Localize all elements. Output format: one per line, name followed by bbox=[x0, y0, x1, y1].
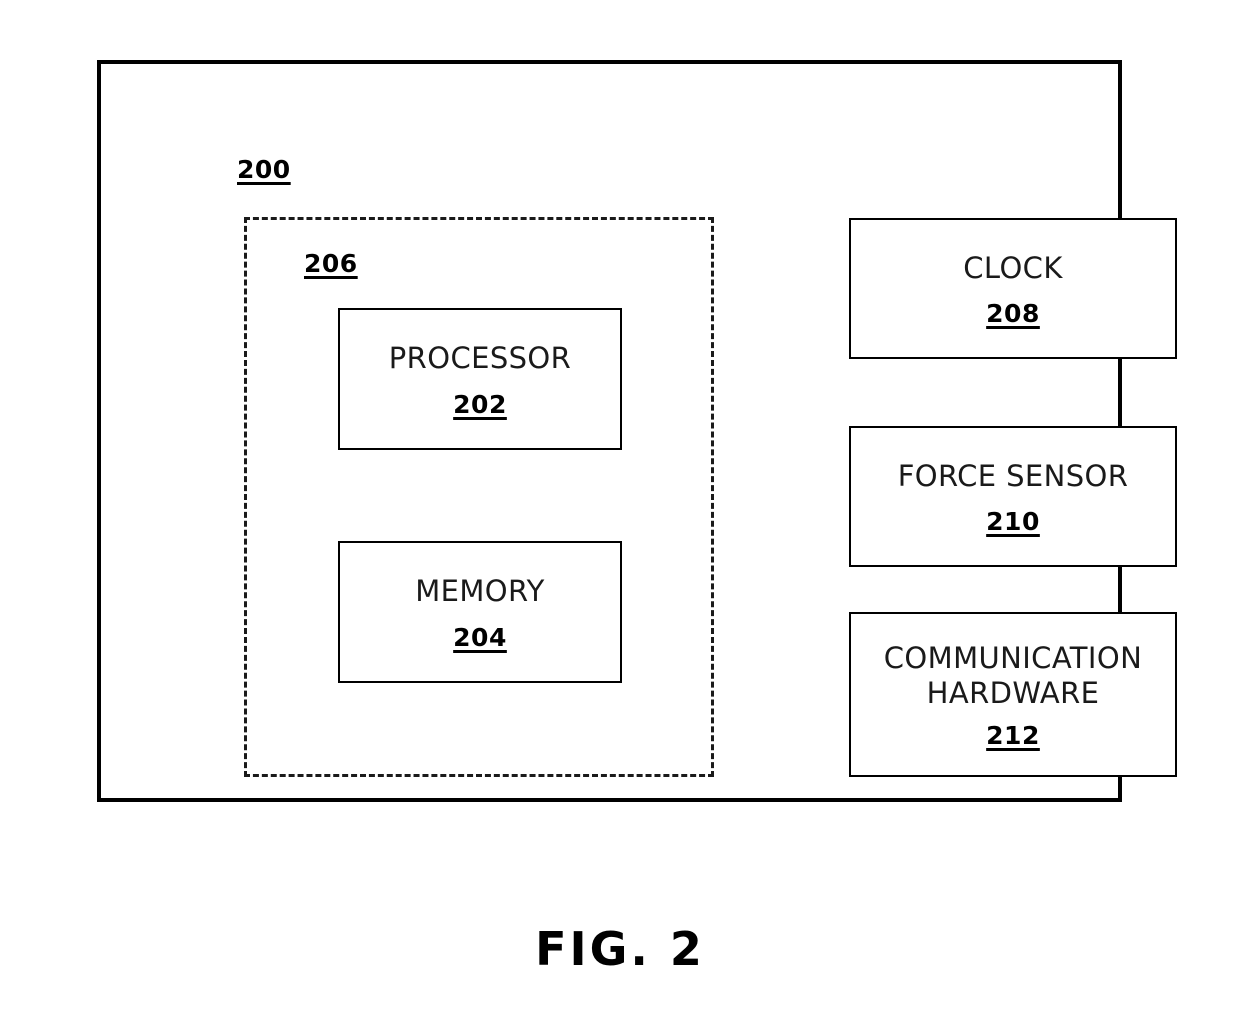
block-processor: PROCESSOR 202 bbox=[338, 308, 622, 450]
block-force-sensor-title: FORCE SENSOR bbox=[897, 458, 1129, 493]
block-processor-reference: 202 bbox=[453, 389, 507, 419]
apparatus-outer-boundary: 200 206 PROCESSOR 202 MEMORY 204 CLOCK 2… bbox=[97, 60, 1177, 802]
block-communication-hardware: COMMUNICATION HARDWARE 212 bbox=[849, 612, 1177, 777]
block-force-sensor: FORCE SENSOR 210 bbox=[849, 426, 1177, 567]
block-communication-hardware-title: COMMUNICATION HARDWARE bbox=[883, 641, 1143, 710]
control-subsystem-dashed-boundary bbox=[244, 217, 714, 777]
block-clock-reference: 208 bbox=[986, 299, 1040, 329]
block-memory-title: MEMORY bbox=[415, 574, 545, 609]
block-memory: MEMORY 204 bbox=[338, 541, 622, 683]
block-memory-reference: 204 bbox=[453, 622, 507, 652]
block-processor-title: PROCESSOR bbox=[388, 341, 572, 376]
block-clock: CLOCK 208 bbox=[849, 218, 1177, 359]
block-force-sensor-reference: 210 bbox=[986, 507, 1040, 537]
figure-canvas: 200 206 PROCESSOR 202 MEMORY 204 CLOCK 2… bbox=[0, 0, 1240, 1034]
block-clock-title: CLOCK bbox=[963, 250, 1063, 285]
block-communication-hardware-reference: 212 bbox=[986, 720, 1040, 750]
figure-caption: FIG. 2 bbox=[535, 922, 705, 976]
reference-numeral-200: 200 bbox=[237, 155, 291, 184]
reference-numeral-206: 206 bbox=[304, 249, 358, 278]
